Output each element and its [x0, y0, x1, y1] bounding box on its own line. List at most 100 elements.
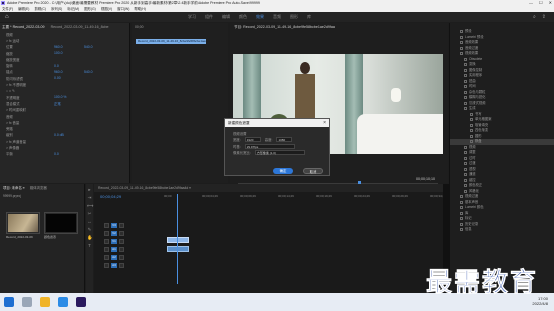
- effects-tree-label: 信息: [465, 227, 472, 231]
- program-monitor-tab[interactable]: 节目: Record_2022-03-09_11-49-16_8cbe9fe58…: [230, 23, 448, 31]
- timeline-ruler[interactable]: 00;00 00;00;04;29 00;00;09;29 00;00;14;29 00…: [164, 194, 446, 202]
- slip-tool-icon[interactable]: ↔: [87, 219, 92, 224]
- pen-tool-icon[interactable]: ✎: [87, 227, 92, 232]
- track-name[interactable]: A3: [111, 263, 117, 268]
- timebase-select[interactable]: 29.97fps: [244, 143, 295, 149]
- effects-tree-label: 棋盘: [475, 139, 482, 143]
- track-name[interactable]: A2: [111, 255, 117, 260]
- track-header[interactable]: A1: [104, 246, 140, 253]
- folder-icon: [460, 228, 463, 232]
- ripple-edit-tool-icon[interactable]: ⟷: [87, 203, 93, 208]
- folder-icon: [470, 129, 473, 133]
- color-matte-thumbnail[interactable]: [44, 212, 78, 234]
- toggle-output-icon[interactable]: [119, 255, 124, 260]
- track-header[interactable]: A3: [104, 262, 140, 269]
- workspace-tab[interactable]: 库: [307, 14, 311, 20]
- property-label: > fx 不透明度: [6, 83, 27, 88]
- effect-property-row[interactable]: 平衡 0.0: [0, 151, 129, 157]
- track-name[interactable]: V1: [111, 239, 117, 244]
- folder-icon: [464, 96, 467, 100]
- toggle-output-icon[interactable]: [119, 263, 124, 268]
- track-name[interactable]: A1: [111, 247, 117, 252]
- property-label: 不透明度: [6, 95, 20, 100]
- cancel-button[interactable]: 取消: [303, 168, 323, 174]
- toggle-output-icon[interactable]: [119, 231, 124, 236]
- height-field[interactable]: 1080: [276, 137, 293, 143]
- property-value[interactable]: 100.0: [54, 51, 84, 55]
- track-header[interactable]: V2: [104, 230, 140, 237]
- share-icon[interactable]: ⇪: [542, 14, 546, 20]
- property-value[interactable]: 0.0: [54, 64, 84, 68]
- hand-tool-icon[interactable]: ✋: [87, 235, 93, 240]
- ok-button[interactable]: 确定: [273, 168, 293, 174]
- type-tool-icon[interactable]: T: [87, 243, 92, 248]
- track-select-tool-icon[interactable]: ⇥: [87, 195, 92, 200]
- lock-icon[interactable]: [104, 231, 109, 236]
- effect-controls-tab[interactable]: Record_2022-03-09_11-49-16_8cbe: [51, 23, 109, 31]
- lock-icon[interactable]: [104, 239, 109, 244]
- video-clip[interactable]: [167, 237, 189, 243]
- home-icon[interactable]: ⌂: [5, 14, 11, 20]
- track-header[interactable]: V3: [104, 222, 140, 229]
- timeline-tab[interactable]: Record_2022-03-09_11-49-16_8cbe9fe58bcbe…: [94, 184, 449, 192]
- property-value-2[interactable]: 540.0: [84, 70, 93, 74]
- track-header[interactable]: A2: [104, 254, 140, 261]
- property-value[interactable]: 960.0: [54, 45, 84, 49]
- workspace-tab[interactable]: 组件: [205, 14, 213, 20]
- file-explorer-icon[interactable]: [40, 297, 50, 307]
- close-icon[interactable]: ×: [323, 119, 326, 127]
- property-value[interactable]: 100.0 %: [54, 95, 84, 99]
- workspace-tab[interactable]: 学习: [188, 14, 196, 20]
- search-icon[interactable]: [22, 297, 32, 307]
- lock-icon[interactable]: [104, 223, 109, 228]
- lock-icon[interactable]: [104, 255, 109, 260]
- workspace-tab[interactable]: 音频: [273, 14, 281, 20]
- folder-icon: [464, 189, 467, 193]
- workspace-tab[interactable]: 编辑: [222, 14, 230, 20]
- timeline-timecode[interactable]: 00;00;04;29: [100, 194, 121, 199]
- lock-icon[interactable]: [104, 247, 109, 252]
- effect-controls-panel: 主要 * Record_2022-03-09 Record_2022-03-09_…: [0, 23, 130, 183]
- premiere-taskbar-icon[interactable]: [76, 297, 86, 307]
- edge-icon[interactable]: [58, 297, 68, 307]
- property-value[interactable]: 960.0: [54, 70, 84, 74]
- property-value[interactable]: 正常: [54, 101, 84, 106]
- timeline-playhead[interactable]: [177, 194, 178, 284]
- toggle-output-icon[interactable]: [119, 247, 124, 252]
- track-name[interactable]: V3: [111, 223, 117, 228]
- track-header[interactable]: V1: [104, 238, 140, 245]
- track-name[interactable]: V2: [111, 231, 117, 236]
- property-value[interactable]: 0.00: [54, 76, 84, 80]
- workspace-tab[interactable]: 颜色: [239, 14, 247, 20]
- folder-icon: [460, 41, 463, 45]
- workspace-tab[interactable]: 效果: [256, 14, 264, 20]
- ruler-tick-label: 00;00;04;29: [202, 194, 218, 198]
- project-clip-thumbnail[interactable]: [6, 212, 40, 234]
- property-value[interactable]: 0.0 dB: [54, 133, 84, 137]
- project-tab[interactable]: 媒体浏览器: [30, 186, 47, 190]
- start-icon[interactable]: [4, 297, 14, 307]
- effect-controls-clip[interactable]: Record_2022-03-09_11-49-16_8cbe9fe58bcbe…: [136, 39, 206, 44]
- width-field[interactable]: 1920: [244, 137, 261, 143]
- selection-tool-icon[interactable]: ▸: [87, 187, 92, 192]
- toggle-output-icon[interactable]: [119, 223, 124, 228]
- pixel-aspect-select[interactable]: 方形像素 (1.0): [254, 150, 305, 156]
- project-tab[interactable]: 项目: 未命名 ≡: [3, 186, 25, 190]
- property-label: 缩放: [6, 51, 13, 56]
- lock-icon[interactable]: [104, 263, 109, 268]
- property-label: 音频: [6, 114, 13, 119]
- pixel-aspect-label: 像素长宽比:: [233, 151, 251, 156]
- search-icon[interactable]: ⌕: [533, 14, 536, 20]
- toggle-output-icon[interactable]: [119, 239, 124, 244]
- folder-icon: [464, 156, 467, 160]
- audio-clip[interactable]: [167, 246, 189, 252]
- property-label: > fx 音量: [6, 120, 20, 125]
- razor-tool-icon[interactable]: ✂: [87, 211, 92, 216]
- effects-tree-item[interactable]: 信息: [450, 227, 554, 233]
- workspace-tab[interactable]: 图形: [290, 14, 298, 20]
- property-value[interactable]: 0.0: [54, 152, 84, 156]
- property-value-2[interactable]: 540.0: [84, 45, 93, 49]
- effect-controls-tab[interactable]: 主要 * Record_2022-03-09: [2, 23, 45, 31]
- timeline-panel: Record_2022-03-09_11-49-16_8cbe9fe58bcbe…: [94, 184, 449, 293]
- timebase-label: 时基:: [233, 144, 241, 149]
